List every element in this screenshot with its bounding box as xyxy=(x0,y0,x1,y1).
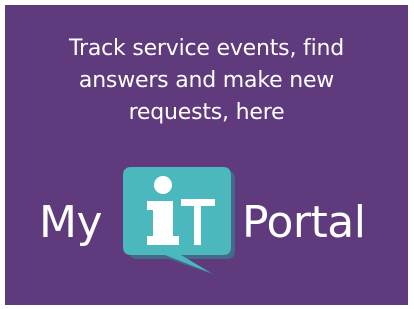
tagline-line-3: requests, here xyxy=(128,100,285,125)
i-dot xyxy=(154,176,172,194)
tagline-line-2: answers and make new xyxy=(78,68,335,93)
tagline: Track service events, find answers and m… xyxy=(5,33,408,129)
t-stem xyxy=(194,199,201,245)
logo-word-my: My xyxy=(39,197,103,248)
speech-bubble-icon xyxy=(123,167,235,275)
logo-word-portal: Portal xyxy=(242,197,366,248)
my-it-portal-banner[interactable]: Track service events, find answers and m… xyxy=(5,5,408,305)
it-speech-bubble-icon xyxy=(119,165,239,281)
tagline-line-1: Track service events, find xyxy=(68,36,345,61)
